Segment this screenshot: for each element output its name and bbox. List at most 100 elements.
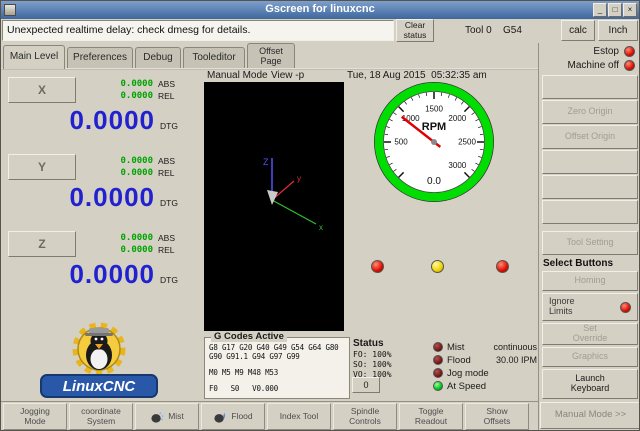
status-row: Unexpected realtime delay: check dmesg f… (1, 19, 639, 43)
linuxcnc-logo: LinuxCNC (39, 319, 159, 399)
rel-label: REL (158, 91, 175, 101)
dtg-label: DTG (160, 121, 178, 131)
machine-off-row[interactable]: Machine off (543, 59, 635, 72)
gl-preview[interactable]: Z y x (204, 82, 344, 331)
gcode-line: G8 G17 G20 G40 G49 G54 G64 G80 (209, 343, 338, 352)
axis-x-rel-value: 0.0000 (77, 91, 153, 101)
estop-led (624, 46, 635, 57)
status-panel-title: Status (353, 338, 384, 349)
override-spinbox[interactable]: 0 (352, 377, 380, 393)
coord-system-label: G54 (503, 25, 522, 36)
axis-x-group: X 0.0000 ABS 0.0000 REL 0.0000 DTG (1, 75, 201, 151)
tab-tooleditor[interactable]: Tooleditor (183, 47, 245, 69)
toolbar-index-tool[interactable]: Index Tool (267, 403, 331, 430)
blank-button (542, 175, 638, 199)
axis-z-group: Z 0.0000 ABS 0.0000 REL 0.0000 DTG (1, 229, 201, 305)
estop-label: Estop (593, 46, 619, 57)
calc-button[interactable]: calc (561, 20, 595, 41)
feed-override: FO: 100% (353, 350, 392, 359)
toolbar-flood[interactable]: Flood (201, 403, 265, 430)
mcode-line: M0 M5 M9 M48 M53 (209, 368, 278, 377)
svg-text:2000: 2000 (448, 114, 466, 123)
machine-off-label: Machine off (567, 60, 619, 71)
toolbar-jogging-mode[interactable]: Jogging Mode (3, 403, 67, 430)
jog-mode-indicator-row: Jog mode (433, 367, 537, 379)
y-axis-label: y (297, 174, 301, 183)
gauge-title: RPM (422, 121, 446, 133)
dtg-label: DTG (160, 198, 178, 208)
ignore-limits-led (620, 302, 631, 313)
titlebar[interactable]: Gscreen for linuxcnc _ □ × (1, 1, 639, 19)
jog-mode-label: Jog mode (447, 368, 537, 379)
app-window: Gscreen for linuxcnc _ □ × Unexpected re… (0, 0, 640, 431)
rel-label: REL (158, 245, 175, 255)
jog-rate-value: 30.00 IPM (496, 355, 537, 365)
axis-y-dtg-value: 0.0000 (3, 182, 155, 213)
close-button[interactable]: × (623, 3, 637, 17)
toolbar-spindle-controls[interactable]: Spindle Controls (333, 403, 397, 430)
mode-cycle-button[interactable]: Manual Mode >> (540, 402, 640, 429)
homing-button[interactable]: Homing (542, 271, 638, 291)
tool-number-label: Tool 0 (465, 25, 492, 36)
flood-indicator-row: Flood 30.00 IPM (433, 354, 537, 366)
toolbar-toggle-readout[interactable]: Toggle Readout (399, 403, 463, 430)
abs-label: ABS (158, 233, 175, 243)
blank-button (542, 150, 638, 174)
tab-main-level[interactable]: Main Level (3, 45, 65, 69)
select-buttons-label: Select Buttons (543, 258, 613, 269)
status-led-3 (496, 260, 509, 273)
ignore-limits-toggle[interactable]: Ignore Limits (542, 293, 638, 321)
mist-label: Mist (447, 342, 493, 353)
fsv-line: F0 S0 V0.000 (209, 384, 278, 393)
set-override-button[interactable]: Set Override (542, 323, 638, 345)
gcodes-panel: G8 G17 G20 G40 G49 G54 G64 G80 G90 G91.1… (204, 337, 350, 399)
gauge-value: 0.0 (427, 176, 441, 187)
mist-led (433, 342, 443, 352)
axis-y-abs-value: 0.0000 (77, 156, 153, 166)
zero-origin-button[interactable]: Zero Origin (542, 100, 638, 124)
axis-z-abs-value: 0.0000 (77, 233, 153, 243)
maximize-button[interactable]: □ (608, 3, 622, 17)
at-speed-label: At Speed (447, 381, 537, 392)
axis-y-group: Y 0.0000 ABS 0.0000 REL 0.0000 DTG (1, 152, 201, 228)
units-button[interactable]: Inch (598, 20, 638, 41)
blank-button (542, 75, 638, 99)
window-title: Gscreen for linuxcnc (1, 3, 639, 15)
axis-x-button[interactable]: X (8, 77, 76, 103)
axis-y-button[interactable]: Y (8, 154, 76, 180)
minimize-button[interactable]: _ (593, 3, 607, 17)
at-speed-led (433, 381, 443, 391)
estop-row[interactable]: Estop (543, 45, 635, 58)
tool-setting-button[interactable]: Tool Setting (542, 231, 638, 255)
machine-off-led (624, 60, 635, 71)
tab-offset-page[interactable]: Offset Page (247, 43, 295, 69)
axis-z-rel-value: 0.0000 (77, 245, 153, 255)
abs-label: ABS (158, 79, 175, 89)
mist-icon (150, 409, 165, 424)
tab-debug[interactable]: Debug (135, 47, 181, 69)
at-speed-indicator-row: At Speed (433, 380, 537, 392)
svg-text:3000: 3000 (448, 161, 466, 170)
flood-label: Flood (447, 355, 496, 366)
abs-label: ABS (158, 156, 175, 166)
gcodes-title: G Codes Active (211, 331, 287, 342)
svg-text:500: 500 (394, 138, 408, 147)
offset-origin-button[interactable]: Offset Origin (542, 125, 638, 149)
x-axis-label: x (319, 223, 323, 232)
right-panel: Estop Machine off Zero Origin Offset Ori… (538, 43, 640, 431)
clear-status-button[interactable]: Clear status (396, 19, 434, 42)
axis-z-button[interactable]: Z (8, 231, 76, 257)
mist-indicator-row: Mist continuous (433, 341, 537, 353)
launch-keyboard-button[interactable]: Launch Keyboard (542, 369, 638, 399)
ignore-limits-label: Ignore Limits (549, 297, 589, 317)
toolbar-coordinate-system[interactable]: coordinate System (69, 403, 133, 430)
toolbar-mist[interactable]: Mist (135, 403, 199, 430)
logo-text: LinuxCNC (63, 378, 137, 395)
tab-preferences[interactable]: Preferences (67, 47, 133, 69)
rpm-gauge: RPM 0.0 50010001500200025003000 (372, 80, 496, 204)
toolbar-show-offsets[interactable]: Show Offsets (465, 403, 529, 430)
graphics-button[interactable]: Graphics (542, 347, 638, 367)
flood-icon (213, 409, 228, 424)
status-led-2 (431, 260, 444, 273)
dtg-label: DTG (160, 275, 178, 285)
